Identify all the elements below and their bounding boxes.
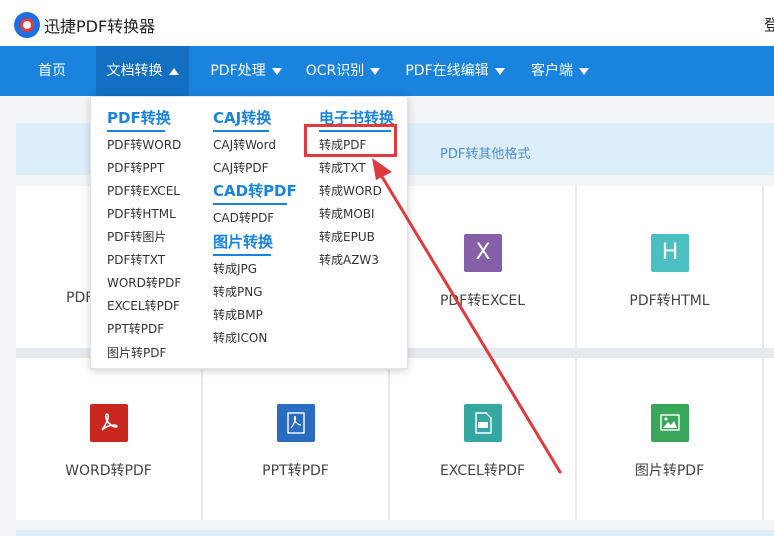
- dropdown-heading-caj-convert: CAJ转换: [213, 109, 272, 127]
- banner-tab-pdf-to-other[interactable]: PDF转其他格式: [440, 143, 530, 162]
- bottom-strip: [16, 530, 774, 536]
- pdf-file-icon: [464, 404, 502, 442]
- tool-card-excel-to-pdf[interactable]: EXCEL转PDF: [390, 358, 575, 520]
- menu-item-ebook-to-mobi[interactable]: 转成MOBI: [319, 205, 375, 222]
- pdf-acrobat-icon: [90, 404, 128, 442]
- heading-underline: [213, 130, 269, 132]
- tool-card-word-to-pdf[interactable]: WORD转PDF: [16, 358, 201, 520]
- menu-item-pdf-to-txt[interactable]: PDF转TXT: [107, 251, 165, 268]
- html-h-icon: H: [651, 234, 689, 272]
- menu-item-ebook-to-epub[interactable]: 转成EPUB: [319, 228, 375, 245]
- tool-card-ppt-to-pdf[interactable]: PPT转PDF: [203, 358, 388, 520]
- tool-card: [764, 358, 774, 520]
- nav-pdf-process-label: PDF处理: [210, 63, 266, 79]
- top-header: 迅捷PDF转换器 登: [0, 0, 774, 46]
- chevron-up-icon: [168, 67, 179, 75]
- tool-card-image-to-pdf[interactable]: 图片转PDF: [577, 358, 762, 520]
- chevron-down-icon: [579, 67, 589, 75]
- tool-card-label: EXCEL转PDF: [439, 463, 526, 479]
- menu-item-image-to-pdf[interactable]: 图片转PDF: [107, 344, 166, 361]
- menu-item-to-png[interactable]: 转成PNG: [213, 283, 263, 300]
- nav-ocr-label: OCR识别: [305, 63, 365, 79]
- menu-item-excel-to-pdf[interactable]: EXCEL转PDF: [107, 297, 180, 314]
- menu-item-cad-to-pdf[interactable]: CAD转PDF: [213, 209, 274, 226]
- nav-pdf-online-edit[interactable]: PDF在线编辑: [404, 46, 506, 96]
- tool-card-label: PDF转HTML: [629, 293, 710, 309]
- tool-card-label: PDF转EXCEL: [439, 293, 526, 309]
- image-icon: [651, 404, 689, 442]
- tool-card-pdf-to-excel[interactable]: X PDF转EXCEL: [390, 186, 575, 348]
- nav-home-label: 首页: [38, 63, 66, 79]
- menu-item-pdf-to-word[interactable]: PDF转WORD: [107, 136, 181, 153]
- dropdown-heading-pdf-convert: PDF转换: [107, 109, 171, 127]
- nav-client[interactable]: 客户端: [527, 46, 593, 96]
- tool-card-pdf-to-html[interactable]: H PDF转HTML: [577, 186, 762, 348]
- heading-underline: [107, 130, 165, 132]
- nav-pdf-process[interactable]: PDF处理: [205, 46, 287, 96]
- main-nav: 首页 文档转换 PDF处理 OCR识别 PDF在线编辑 客户端: [0, 46, 774, 96]
- menu-item-pdf-to-ppt[interactable]: PDF转PPT: [107, 159, 164, 176]
- nav-client-label: 客户端: [531, 63, 573, 79]
- menu-item-word-to-pdf[interactable]: WORD转PDF: [107, 274, 181, 291]
- menu-item-to-jpg[interactable]: 转成JPG: [213, 260, 257, 277]
- chevron-down-icon: [370, 67, 381, 75]
- nav-home[interactable]: 首页: [24, 46, 80, 96]
- nav-doc-convert-label: 文档转换: [106, 63, 163, 79]
- menu-item-pdf-to-html[interactable]: PDF转HTML: [107, 205, 176, 222]
- tool-card-label: WORD转PDF: [65, 463, 152, 479]
- menu-item-to-icon[interactable]: 转成ICON: [213, 329, 267, 346]
- login-link[interactable]: 登: [764, 14, 774, 35]
- excel-x-icon: X: [464, 234, 502, 272]
- nav-ocr[interactable]: OCR识别: [303, 46, 383, 96]
- heading-underline: [213, 203, 287, 205]
- dropdown-heading-cad-to-pdf: CAD转PDF: [213, 182, 297, 200]
- highlight-box: [304, 124, 397, 157]
- menu-item-pdf-to-image[interactable]: PDF转图片: [107, 228, 166, 245]
- brand-name[interactable]: 迅捷PDF转换器: [44, 13, 155, 37]
- pdf-doc-icon: [277, 404, 315, 442]
- chevron-down-icon: [494, 67, 505, 75]
- tool-card: [764, 186, 774, 348]
- nav-pdf-online-edit-label: PDF在线编辑: [405, 63, 489, 79]
- menu-item-ebook-to-azw3[interactable]: 转成AZW3: [319, 251, 379, 268]
- tool-card-label: 图片转PDF: [634, 463, 705, 479]
- logo-icon[interactable]: [14, 12, 40, 38]
- menu-item-caj-to-pdf[interactable]: CAJ转PDF: [213, 159, 269, 176]
- menu-item-caj-to-word[interactable]: CAJ转Word: [213, 136, 276, 153]
- nav-doc-convert[interactable]: 文档转换: [96, 46, 189, 96]
- menu-item-ppt-to-pdf[interactable]: PPT转PDF: [107, 320, 164, 337]
- menu-item-to-bmp[interactable]: 转成BMP: [213, 306, 263, 323]
- heading-underline: [213, 254, 271, 256]
- menu-item-ebook-to-word[interactable]: 转成WORD: [319, 182, 382, 199]
- menu-item-ebook-to-txt[interactable]: 转成TXT: [319, 159, 366, 176]
- chevron-down-icon: [271, 67, 282, 75]
- menu-item-pdf-to-excel[interactable]: PDF转EXCEL: [107, 182, 180, 199]
- dropdown-heading-image-convert: 图片转换: [213, 233, 274, 251]
- tool-card-label: PPT转PDF: [262, 463, 329, 479]
